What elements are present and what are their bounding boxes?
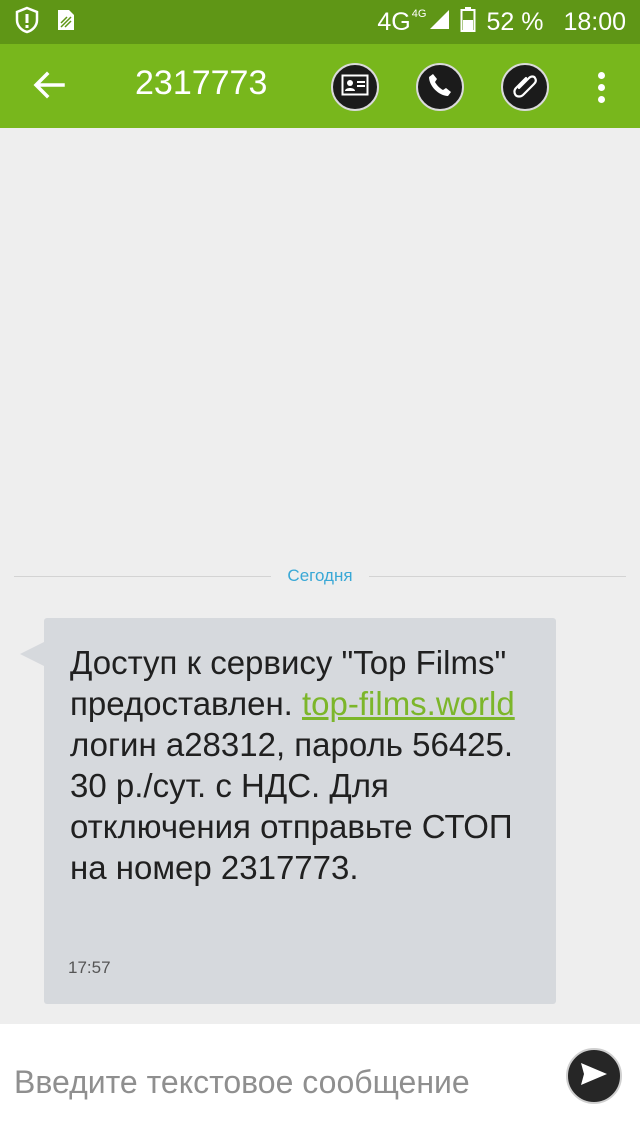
more-options-button[interactable] <box>586 64 616 110</box>
network-type-indicator: 4G 4G <box>377 8 450 37</box>
sim-signal-icon <box>56 8 76 36</box>
message-timestamp: 17:57 <box>68 958 111 977</box>
send-button[interactable] <box>566 1048 622 1104</box>
divider-line <box>368 575 626 577</box>
message-link[interactable]: top-films.world <box>302 685 515 722</box>
date-separator: Сегодня <box>14 564 626 588</box>
phone-icon <box>427 72 453 102</box>
message-text: Доступ к сервису "Top Films" предоставле… <box>70 642 532 888</box>
more-vert-icon <box>597 71 605 103</box>
attach-button[interactable] <box>501 63 549 111</box>
contact-details-button[interactable] <box>331 63 379 111</box>
divider-line <box>14 575 272 577</box>
back-button[interactable] <box>26 64 72 110</box>
battery-icon <box>460 6 476 39</box>
message-text-part: логин а28312, пароль 56425. 30 р./сут. с… <box>70 726 514 886</box>
incoming-message-bubble[interactable]: Доступ к сервису "Top Films" предоставле… <box>44 618 556 1004</box>
message-input[interactable] <box>14 1054 554 1110</box>
paperclip-icon <box>511 71 539 103</box>
shield-alert-icon <box>14 6 40 38</box>
app-bar: 2317773 <box>0 44 640 128</box>
status-time: 18:00 <box>563 7 626 36</box>
conversation-title: 2317773 <box>135 64 268 102</box>
network-superscript: 4G <box>411 8 427 20</box>
contact-card-icon <box>341 74 369 100</box>
send-icon <box>579 1061 609 1091</box>
call-button[interactable] <box>416 63 464 111</box>
cell-signal-icon <box>428 8 450 37</box>
battery-percent: 52 % <box>486 7 544 36</box>
arrow-back-icon <box>33 71 65 103</box>
date-label: Сегодня <box>287 566 353 585</box>
network-label: 4G <box>377 7 411 36</box>
bubble-tail <box>20 642 44 666</box>
composer-bar <box>0 1024 640 1138</box>
status-bar: 4G 4G 52 % 18:00 <box>0 0 640 44</box>
